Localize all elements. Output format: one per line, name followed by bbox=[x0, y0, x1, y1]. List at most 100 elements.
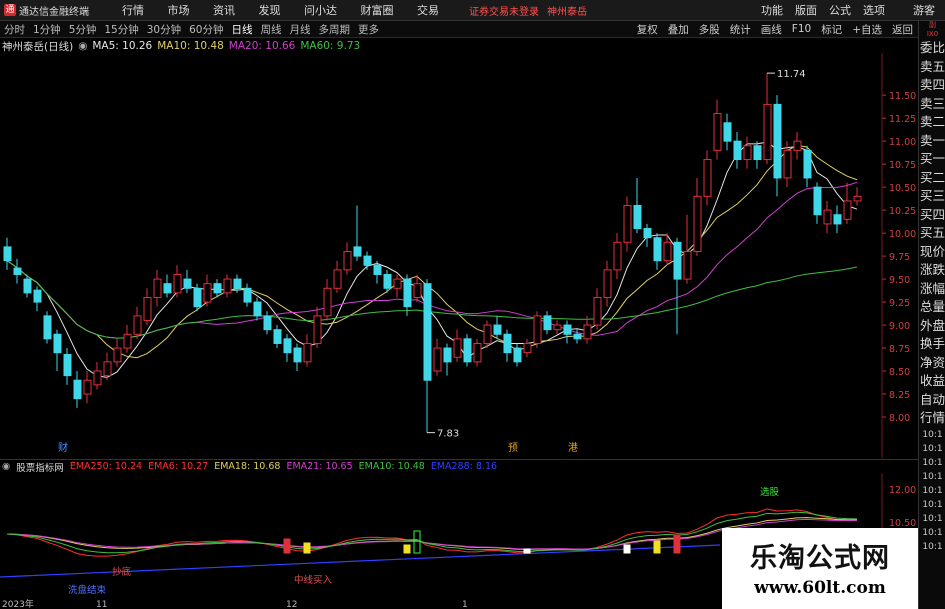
candle-body[interactable] bbox=[243, 287, 252, 303]
period-tab-multi[interactable]: 多周期 bbox=[319, 22, 351, 37]
candle-body[interactable] bbox=[553, 324, 562, 331]
forecast-marker[interactable]: 预 bbox=[508, 442, 518, 454]
candle-body[interactable] bbox=[143, 296, 152, 321]
login-notice[interactable]: 证券交易未登录 bbox=[469, 3, 539, 18]
stock-label[interactable]: 神州泰岳(日线) bbox=[2, 39, 73, 54]
candle-body[interactable] bbox=[373, 264, 382, 275]
candle-body[interactable] bbox=[533, 315, 542, 344]
period-tab-1min[interactable]: 1分钟 bbox=[33, 22, 61, 37]
candle-body[interactable] bbox=[723, 122, 732, 142]
settings-dot-icon[interactable]: ◉ bbox=[78, 40, 87, 52]
candle-body[interactable] bbox=[523, 342, 532, 354]
candle-body[interactable] bbox=[573, 333, 582, 340]
period-tab-more[interactable]: 更多 bbox=[358, 22, 379, 37]
candlestick-chart[interactable]: 11.50 11.25 11.00 10.75 10.50 10.25 10.00 9.75 9… bbox=[0, 53, 918, 458]
hk-marker[interactable]: 港 bbox=[568, 442, 578, 454]
candle-body[interactable] bbox=[443, 347, 452, 363]
candle-body[interactable] bbox=[653, 237, 662, 262]
tool-stats[interactable]: 统计 bbox=[730, 22, 751, 37]
candle-body[interactable] bbox=[123, 333, 132, 349]
candle-body[interactable] bbox=[453, 338, 462, 358]
candle-body[interactable] bbox=[823, 209, 832, 225]
menu-item-trade[interactable]: 交易 bbox=[417, 4, 439, 17]
menu-item-markets[interactable]: 市场 bbox=[168, 4, 190, 17]
tool-overlay[interactable]: 叠加 bbox=[668, 22, 689, 37]
candle-body[interactable] bbox=[683, 251, 692, 280]
candle-body[interactable] bbox=[783, 149, 792, 179]
candle-body[interactable] bbox=[13, 267, 22, 275]
candle-body[interactable] bbox=[273, 329, 282, 344]
candle-body[interactable] bbox=[293, 347, 302, 363]
candle-body[interactable] bbox=[793, 140, 802, 151]
menu-item-wealth[interactable]: 财富圈 bbox=[361, 4, 394, 17]
tool-draw[interactable]: 画线 bbox=[761, 22, 782, 37]
candle-body[interactable] bbox=[803, 149, 812, 179]
candle-body[interactable] bbox=[813, 186, 822, 216]
candle-body[interactable] bbox=[613, 241, 622, 271]
menu-item-news[interactable]: 资讯 bbox=[213, 4, 235, 17]
candle-body[interactable] bbox=[163, 283, 172, 294]
candle-body[interactable] bbox=[383, 273, 392, 289]
candle-body[interactable] bbox=[263, 315, 272, 331]
candle-body[interactable] bbox=[253, 301, 262, 317]
candle-body[interactable] bbox=[133, 315, 142, 335]
candle-body[interactable] bbox=[633, 205, 642, 230]
menu-item-function[interactable]: 功能 bbox=[761, 2, 783, 18]
candle-body[interactable] bbox=[753, 145, 762, 161]
candle-body[interactable] bbox=[423, 283, 432, 381]
candle-body[interactable] bbox=[103, 361, 112, 377]
candle-body[interactable] bbox=[313, 315, 322, 344]
candle-body[interactable] bbox=[413, 283, 422, 298]
candle-body[interactable] bbox=[643, 228, 652, 239]
candle-body[interactable] bbox=[563, 324, 572, 335]
candle-body[interactable] bbox=[223, 278, 232, 294]
candle-body[interactable] bbox=[493, 324, 502, 335]
candle-body[interactable] bbox=[583, 324, 592, 340]
period-tab-intraday[interactable]: 分时 bbox=[4, 22, 25, 37]
finance-marker[interactable]: 财 bbox=[58, 441, 68, 454]
candle-body[interactable] bbox=[773, 103, 782, 179]
candle-body[interactable] bbox=[543, 315, 552, 331]
menu-item-ask[interactable]: 问小达 bbox=[304, 4, 337, 17]
candle-body[interactable] bbox=[733, 140, 742, 161]
candle-body[interactable] bbox=[743, 145, 752, 161]
menu-item-layout[interactable]: 版面 bbox=[795, 2, 817, 18]
tool-mark[interactable]: 标记 bbox=[821, 22, 842, 37]
tool-adjust[interactable]: 复权 bbox=[637, 22, 658, 37]
candle-body[interactable] bbox=[63, 353, 72, 377]
candle-body[interactable] bbox=[173, 273, 182, 294]
candle-body[interactable] bbox=[203, 283, 212, 303]
period-tab-monthly[interactable]: 月线 bbox=[290, 22, 311, 37]
candle-body[interactable] bbox=[403, 278, 412, 308]
candle-body[interactable] bbox=[503, 333, 512, 354]
tool-add-watchlist[interactable]: +自选 bbox=[852, 22, 882, 37]
candle-body[interactable] bbox=[283, 338, 292, 354]
menu-item-formula[interactable]: 公式 bbox=[829, 2, 851, 18]
candle-body[interactable] bbox=[153, 278, 162, 298]
candle-body[interactable] bbox=[113, 347, 122, 363]
candle-body[interactable] bbox=[83, 379, 92, 395]
candle-body[interactable] bbox=[663, 241, 672, 262]
period-tab-daily[interactable]: 日线 bbox=[232, 22, 253, 37]
candle-body[interactable] bbox=[323, 287, 332, 317]
candle-body[interactable] bbox=[33, 289, 42, 303]
quote-field-label[interactable]: 行情 bbox=[919, 409, 945, 428]
quote-field-label[interactable]: 自动 bbox=[919, 391, 945, 410]
candle-body[interactable] bbox=[853, 195, 862, 202]
candle-body[interactable] bbox=[473, 342, 482, 363]
candle-body[interactable] bbox=[363, 255, 372, 266]
candle-body[interactable] bbox=[703, 159, 712, 197]
candle-body[interactable] bbox=[43, 315, 52, 340]
candle-body[interactable] bbox=[763, 103, 772, 161]
period-tab-60min[interactable]: 60分钟 bbox=[189, 22, 223, 37]
candle-body[interactable] bbox=[193, 287, 202, 308]
tool-multi-stock[interactable]: 多股 bbox=[699, 22, 720, 37]
indicator-dot-icon[interactable]: ◉ bbox=[2, 461, 10, 472]
candle-body[interactable] bbox=[343, 251, 352, 271]
candle-body[interactable] bbox=[393, 278, 402, 289]
tool-f10[interactable]: F10 bbox=[792, 23, 811, 35]
candle-body[interactable] bbox=[303, 342, 312, 363]
candle-body[interactable] bbox=[833, 214, 842, 225]
candle-body[interactable] bbox=[463, 338, 472, 363]
candle-body[interactable] bbox=[233, 278, 242, 289]
